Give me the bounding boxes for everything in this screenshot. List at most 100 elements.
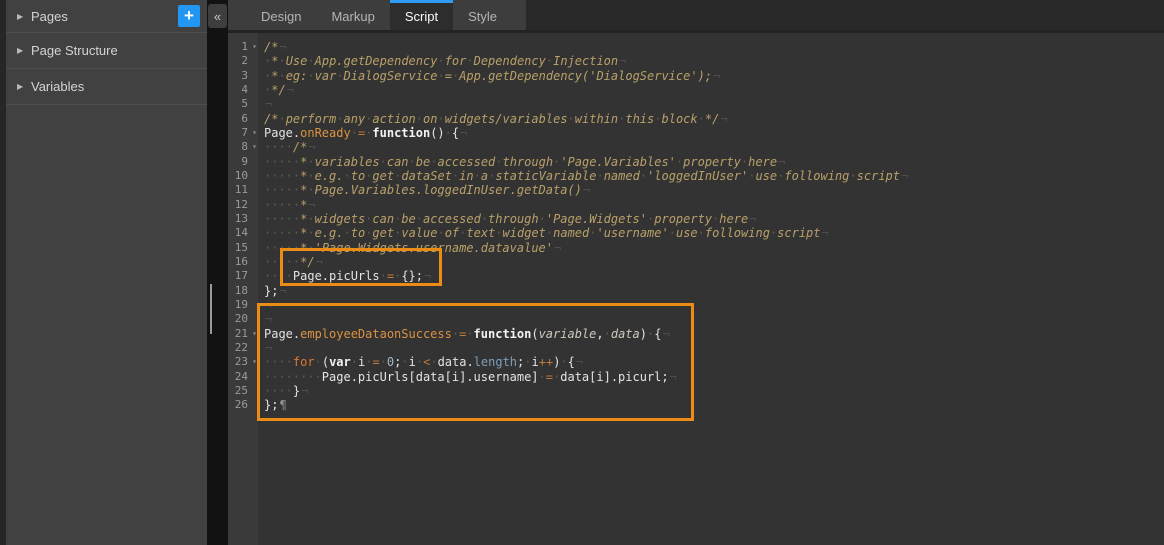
scrollbar-thumb[interactable] bbox=[210, 284, 212, 334]
sidebar-item-variables[interactable]: ▶ Variables bbox=[6, 69, 207, 105]
editor-gutter: 1▾234567▾8▾9101112131415161718192021▾222… bbox=[228, 33, 258, 545]
sidebar-item-label: Pages bbox=[24, 9, 68, 24]
eol-marker: ¬ bbox=[575, 355, 583, 369]
fold-arrow-icon[interactable]: ▾ bbox=[248, 327, 257, 341]
eol-marker: ¬ bbox=[315, 255, 323, 269]
line-number[interactable]: 22 bbox=[228, 341, 258, 355]
line-number[interactable]: 17 bbox=[228, 269, 258, 283]
code-line[interactable]: ¬ bbox=[264, 97, 1164, 111]
eol-marker: ¬ bbox=[264, 97, 272, 111]
eol-marker: ¬ bbox=[423, 269, 431, 283]
code-line[interactable]: ¬ bbox=[264, 298, 1164, 312]
app-window: ▶ Pages + ▶ Page Structure ▶ Variables «… bbox=[0, 0, 1164, 545]
code-content[interactable]: /*¬·*·Use·App.getDependency·for·Dependen… bbox=[258, 33, 1164, 545]
code-line[interactable]: ·····*·e.g.·to·get·dataSet·in·a·staticVa… bbox=[264, 169, 1164, 183]
code-line[interactable]: ¬ bbox=[264, 312, 1164, 326]
code-line[interactable]: ·····*/¬ bbox=[264, 255, 1164, 269]
line-number[interactable]: 16 bbox=[228, 255, 258, 269]
eol-marker: ¬ bbox=[300, 384, 308, 398]
editor-tabs: Design Markup Script Style bbox=[228, 0, 526, 30]
code-line[interactable]: Page.employeeDataonSuccess·=·function(va… bbox=[264, 327, 1164, 341]
line-number[interactable]: 20 bbox=[228, 312, 258, 326]
fold-arrow-icon[interactable]: ▾ bbox=[248, 355, 257, 369]
tab-style[interactable]: Style bbox=[453, 0, 512, 30]
script-editor: 1▾234567▾8▾9101112131415161718192021▾222… bbox=[228, 33, 1164, 545]
line-number[interactable]: 19 bbox=[228, 298, 258, 312]
code-line[interactable]: };¶ bbox=[264, 398, 1164, 412]
line-number[interactable]: 15 bbox=[228, 241, 258, 255]
eol-marker: ¬ bbox=[264, 298, 272, 312]
eol-marker: ¬ bbox=[286, 83, 294, 97]
expand-arrow-icon[interactable]: ▶ bbox=[6, 46, 24, 55]
line-number[interactable]: 10 bbox=[228, 169, 258, 183]
line-number[interactable]: 21▾ bbox=[228, 327, 258, 341]
line-number[interactable]: 5 bbox=[228, 97, 258, 111]
eol-marker: ¬ bbox=[900, 169, 908, 183]
code-line[interactable]: /*¬ bbox=[264, 40, 1164, 54]
collapse-panel-button[interactable]: « bbox=[208, 4, 227, 28]
eol-marker: ¬ bbox=[618, 54, 626, 68]
sidebar-item-label: Variables bbox=[24, 79, 84, 94]
fold-arrow-icon[interactable]: ▾ bbox=[248, 126, 257, 140]
eol-marker: ¬ bbox=[821, 226, 829, 240]
tab-design[interactable]: Design bbox=[246, 0, 316, 30]
expand-arrow-icon[interactable]: ▶ bbox=[6, 12, 24, 21]
line-number[interactable]: 2 bbox=[228, 54, 258, 68]
eol-marker: ¬ bbox=[278, 284, 286, 298]
tab-script[interactable]: Script bbox=[390, 0, 453, 30]
eol-marker: ¬ bbox=[553, 241, 561, 255]
line-number[interactable]: 11 bbox=[228, 183, 258, 197]
code-line[interactable]: ········Page.picUrls[data[i].username]·=… bbox=[264, 370, 1164, 384]
line-number[interactable]: 18 bbox=[228, 284, 258, 298]
eol-marker: ¬ bbox=[748, 212, 756, 226]
line-number[interactable]: 6 bbox=[228, 112, 258, 126]
eol-marker: ¬ bbox=[278, 40, 286, 54]
eol-marker: ¬ bbox=[307, 198, 315, 212]
expand-arrow-icon[interactable]: ▶ bbox=[6, 82, 24, 91]
sidebar-item-pages[interactable]: ▶ Pages + bbox=[6, 0, 207, 33]
code-line[interactable]: ····/*¬ bbox=[264, 140, 1164, 154]
eol-marker: ¬ bbox=[719, 112, 727, 126]
code-line[interactable]: ¬ bbox=[264, 341, 1164, 355]
line-number[interactable]: 4 bbox=[228, 83, 258, 97]
code-line[interactable]: ·*·eg:·var·DialogService·=·App.getDepend… bbox=[264, 69, 1164, 83]
add-page-button[interactable]: + bbox=[178, 5, 200, 27]
editor-tabbar: Design Markup Script Style bbox=[228, 0, 1164, 33]
code-line[interactable]: /*·perform·any·action·on·widgets/variabl… bbox=[264, 112, 1164, 126]
tab-markup[interactable]: Markup bbox=[316, 0, 389, 30]
code-line[interactable]: ····}¬ bbox=[264, 384, 1164, 398]
code-line[interactable]: ·····*·'Page.Widgets.username.datavalue'… bbox=[264, 241, 1164, 255]
code-line[interactable]: ·····*·e.g.·to·get·value·of·text·widget·… bbox=[264, 226, 1164, 240]
code-line[interactable]: ·····*¬ bbox=[264, 198, 1164, 212]
line-number[interactable]: 7▾ bbox=[228, 126, 258, 140]
line-number[interactable]: 24 bbox=[228, 370, 258, 384]
line-number[interactable]: 8▾ bbox=[228, 140, 258, 154]
code-line[interactable]: ·····*·widgets·can·be·accessed·through·'… bbox=[264, 212, 1164, 226]
code-line[interactable]: ····Page.picUrls·=·{};¬ bbox=[264, 269, 1164, 283]
line-number[interactable]: 12 bbox=[228, 198, 258, 212]
line-number[interactable]: 13 bbox=[228, 212, 258, 226]
code-line[interactable]: ·*·Use·App.getDependency·for·Dependency·… bbox=[264, 54, 1164, 68]
eol-marker: ¬ bbox=[582, 183, 590, 197]
code-line[interactable]: Page.onReady·=·function()·{¬ bbox=[264, 126, 1164, 140]
editor-left-rail: « bbox=[207, 0, 228, 545]
line-number[interactable]: 9 bbox=[228, 155, 258, 169]
eol-marker: ¬ bbox=[712, 69, 720, 83]
line-number[interactable]: 25 bbox=[228, 384, 258, 398]
line-number[interactable]: 14 bbox=[228, 226, 258, 240]
fold-arrow-icon[interactable]: ▾ bbox=[248, 140, 257, 154]
eol-marker: ¬ bbox=[264, 341, 272, 355]
code-line[interactable]: ·*/¬ bbox=[264, 83, 1164, 97]
sidebar-item-page-structure[interactable]: ▶ Page Structure bbox=[6, 33, 207, 69]
line-number[interactable]: 26 bbox=[228, 398, 258, 412]
code-line[interactable]: ····for·(var·i·=·0;·i·<·data.length;·i++… bbox=[264, 355, 1164, 369]
line-number[interactable]: 23▾ bbox=[228, 355, 258, 369]
eol-marker: ¬ bbox=[777, 155, 785, 169]
fold-arrow-icon[interactable]: ▾ bbox=[248, 40, 257, 54]
code-line[interactable]: ·····*·variables·can·be·accessed·through… bbox=[264, 155, 1164, 169]
code-line[interactable]: };¬ bbox=[264, 284, 1164, 298]
line-number[interactable]: 1▾ bbox=[228, 40, 258, 54]
line-number[interactable]: 3 bbox=[228, 69, 258, 83]
code-line[interactable]: ·····*·Page.Variables.loggedInUser.getDa… bbox=[264, 183, 1164, 197]
left-panel: ▶ Pages + ▶ Page Structure ▶ Variables bbox=[0, 0, 207, 545]
